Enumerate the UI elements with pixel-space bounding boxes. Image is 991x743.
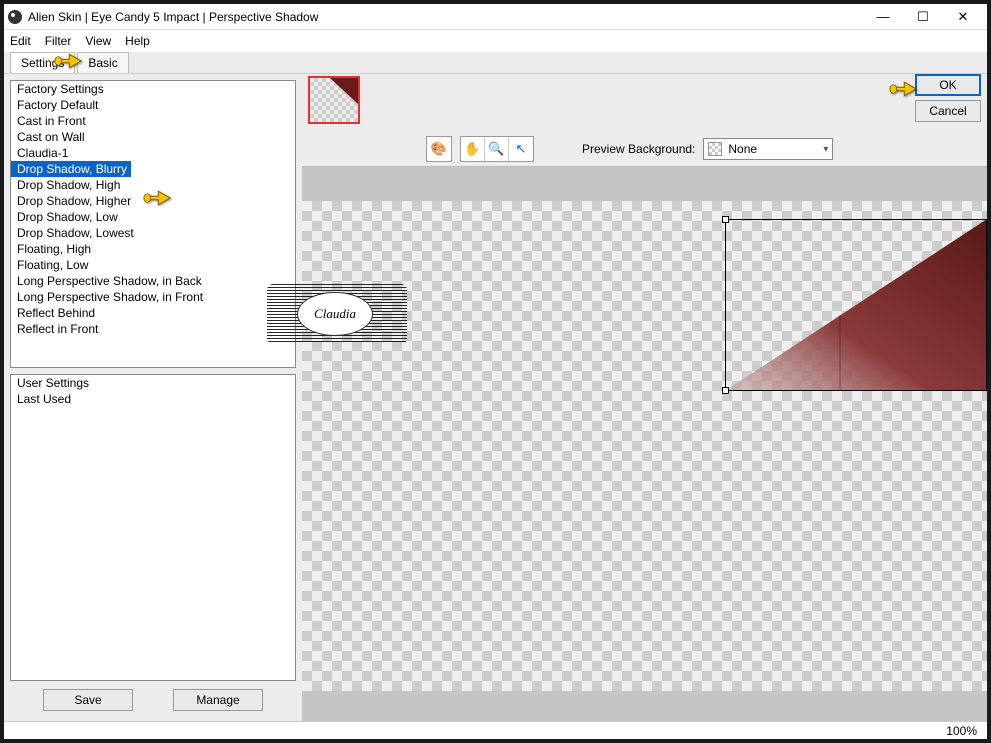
list-item[interactable]: Long Perspective Shadow, in Back <box>11 273 295 289</box>
main-area: Factory Settings Factory DefaultCast in … <box>4 74 987 721</box>
preview-area[interactable] <box>302 166 987 721</box>
manage-button[interactable]: Manage <box>173 689 263 711</box>
arrow-tool[interactable]: ↖ <box>509 137 533 161</box>
watermark-stamp: Claudia <box>267 284 407 344</box>
status-bar: 100% <box>4 721 987 739</box>
hand-tool[interactable]: ✋ <box>461 137 485 161</box>
app-icon <box>8 10 22 24</box>
preview-bg-label: Preview Background: <box>582 142 695 156</box>
selection-handle[interactable] <box>722 387 729 394</box>
factory-settings-list[interactable]: Factory Settings Factory DefaultCast in … <box>10 80 296 368</box>
transparency-swatch-icon <box>708 142 722 156</box>
thumbnail-row <box>302 74 987 132</box>
list-item[interactable]: Drop Shadow, Low <box>11 209 295 225</box>
ok-button[interactable]: OK <box>915 74 981 96</box>
tabs-row: Settings Basic <box>4 52 987 74</box>
ok-cancel-group: OK Cancel <box>915 74 981 122</box>
list-item[interactable]: Reflect Behind <box>11 305 295 321</box>
selection-marquee[interactable] <box>725 219 987 391</box>
hand-pointer-icon <box>143 185 177 211</box>
close-button[interactable]: ✕ <box>943 6 983 28</box>
list-item[interactable]: Drop Shadow, Lowest <box>11 225 295 241</box>
preview-toolbar: 🎨 ✋ 🔍 ↖ Preview Background: None ▾ OK Ca… <box>302 132 987 166</box>
list-item[interactable]: Claudia-1 <box>11 145 295 161</box>
list-item[interactable]: Cast in Front <box>11 113 295 129</box>
preview-bg-select[interactable]: None ▾ <box>703 138 833 160</box>
minimize-button[interactable]: — <box>863 6 903 28</box>
user-header: User Settings <box>11 375 295 391</box>
window-title: Alien Skin | Eye Candy 5 Impact | Perspe… <box>28 10 863 24</box>
zoom-tool[interactable]: 🔍 <box>485 137 509 161</box>
cancel-button[interactable]: Cancel <box>915 100 981 122</box>
maximize-button[interactable]: ☐ <box>903 6 943 28</box>
right-panel: 🎨 ✋ 🔍 ↖ Preview Background: None ▾ OK Ca… <box>302 74 987 721</box>
user-settings-list[interactable]: User Settings Last Used <box>10 374 296 681</box>
preview-bg-value: None <box>728 142 757 156</box>
menu-filter[interactable]: Filter <box>45 34 72 48</box>
selection-handle[interactable] <box>722 216 729 223</box>
window-controls: — ☐ ✕ <box>863 6 983 28</box>
save-button[interactable]: Save <box>43 689 133 711</box>
watermark-text: Claudia <box>297 292 373 336</box>
factory-header: Factory Settings <box>11 81 295 97</box>
list-item[interactable]: Long Perspective Shadow, in Front <box>11 289 295 305</box>
menubar: Edit Filter View Help <box>4 30 987 52</box>
color-picker-tool[interactable]: 🎨 <box>427 137 451 161</box>
tool-group-1: 🎨 <box>426 136 452 162</box>
hand-pointer-icon <box>889 76 923 102</box>
chevron-down-icon: ▾ <box>823 144 828 155</box>
list-item[interactable]: Factory Default <box>11 97 295 113</box>
titlebar: Alien Skin | Eye Candy 5 Impact | Perspe… <box>4 4 987 30</box>
preview-thumbnail[interactable] <box>308 76 360 124</box>
hand-pointer-icon <box>54 48 88 74</box>
left-panel: Factory Settings Factory DefaultCast in … <box>4 74 302 721</box>
list-item[interactable]: Cast on Wall <box>11 129 295 145</box>
list-item[interactable]: Reflect in Front <box>11 321 295 337</box>
list-item[interactable]: Floating, High <box>11 241 295 257</box>
zoom-level: 100% <box>946 724 977 738</box>
menu-view[interactable]: View <box>85 34 111 48</box>
list-item[interactable]: Floating, Low <box>11 257 295 273</box>
left-buttons: Save Manage <box>10 681 296 715</box>
menu-edit[interactable]: Edit <box>10 34 31 48</box>
list-item[interactable]: Drop Shadow, Blurry <box>11 161 131 177</box>
tool-group-2: ✋ 🔍 ↖ <box>460 136 534 162</box>
menu-help[interactable]: Help <box>125 34 150 48</box>
list-item[interactable]: Last Used <box>11 391 295 407</box>
